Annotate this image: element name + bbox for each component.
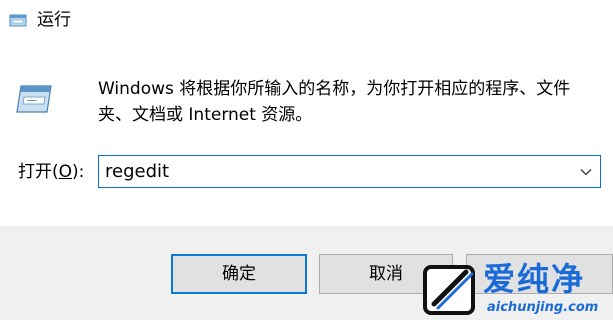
chevron-down-icon[interactable]: [579, 165, 593, 179]
open-label-access-key: O: [58, 162, 73, 182]
watermark: 爱纯净 aichunjing.com: [417, 259, 613, 320]
run-dialog-icon: [9, 14, 27, 27]
open-label-prefix: 打开(: [18, 162, 59, 182]
open-command-combobox[interactable]: regedit: [98, 155, 601, 188]
watermark-logo-icon: [423, 265, 475, 315]
window-title: 运行: [37, 10, 71, 30]
dialog-body: [0, 42, 613, 226]
dialog-description: Windows 将根据你所输入的名称，为你打开相应的程序、文件夹、文档或 Int…: [98, 79, 571, 125]
title-bar: 运行: [0, 0, 613, 42]
watermark-title: 爱纯净: [483, 260, 586, 298]
watermark-url: aichunjing.com: [487, 300, 599, 315]
open-label-suffix: ):: [72, 162, 85, 182]
ok-button[interactable]: 确定: [171, 254, 307, 294]
open-field-label: 打开(O):: [18, 160, 84, 184]
open-command-input[interactable]: regedit: [105, 160, 169, 184]
run-program-icon: [16, 85, 52, 113]
